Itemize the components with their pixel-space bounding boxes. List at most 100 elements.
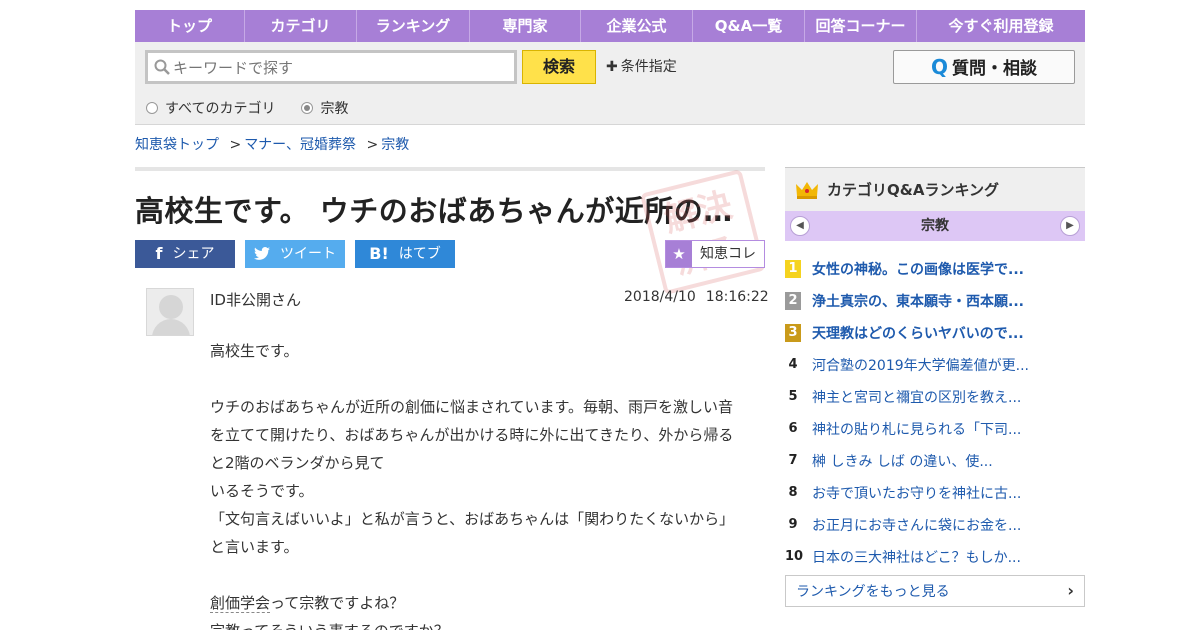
search-icon <box>154 59 170 75</box>
twitter-share-label: ツイート <box>280 246 336 262</box>
twitter-bird-icon <box>254 247 270 260</box>
avatar <box>146 288 194 336</box>
ranking-item: 7 榊 しきみ しば の違い、使... <box>785 445 1085 477</box>
collect-label: 知恵コレ <box>700 246 756 262</box>
scope-current-label: 宗教 <box>320 101 349 117</box>
scope-all-label: すべてのカテゴリ <box>165 101 276 117</box>
ask-question-button[interactable]: Q 質問・相談 <box>893 50 1075 84</box>
chevron-right-icon: › <box>1067 581 1074 600</box>
nav-top[interactable]: トップ <box>135 10 245 42</box>
plus-icon: ✚ <box>606 59 618 75</box>
ranking-item: 9 お正月にお寺さんに袋にお金を... <box>785 509 1085 541</box>
search-box <box>145 50 517 84</box>
post-datetime: 2018/4/10 18:16:22 <box>624 289 769 305</box>
search-scope: すべてのカテゴリ 宗教 <box>146 98 374 118</box>
post-date: 2018/4/10 <box>624 289 696 305</box>
crown-icon <box>796 181 818 199</box>
ranking-list: 1 女性の神秘。この画像は医学で... 2 浄土真宗の、東本願寺・西本願... 3天… <box>785 253 1085 573</box>
rank-number: 9 <box>788 517 798 532</box>
ranking-link[interactable]: お正月にお寺さんに袋にお金を... <box>812 515 1021 535</box>
ranking-category: 宗教 <box>921 218 949 234</box>
hatena-bookmark-button[interactable]: B! はてブ <box>355 240 455 268</box>
rank-number: 4 <box>788 357 798 372</box>
title-divider <box>135 167 765 171</box>
facebook-icon: f <box>155 244 163 263</box>
condition-toggle[interactable]: ✚ 条件指定 <box>606 56 677 76</box>
breadcrumb-separator: > <box>229 137 242 153</box>
next-category-arrow-icon[interactable]: ▶ <box>1060 216 1080 236</box>
condition-label: 条件指定 <box>620 59 677 75</box>
star-icon: ★ <box>666 241 692 267</box>
post-time: 18:16:22 <box>705 289 769 305</box>
rank-number: 2 <box>785 292 801 310</box>
question-body: 高校生です。 ウチのおばあちゃんが近所の創価に悩まされています。毎朝、雨戸を激し… <box>210 337 745 630</box>
rank-number: 3 <box>785 324 801 342</box>
ranking-link[interactable]: 日本の三大神社はどこ？もしか... <box>812 547 1021 567</box>
user-name: ID非公開さん <box>210 291 301 309</box>
hatena-label: はてブ <box>398 246 441 262</box>
body-paragraph: ウチのおばあちゃんが近所の創価に悩まされています。毎朝、雨戸を激しい音を立てて開… <box>210 398 734 472</box>
body-paragraph: いるそうです。 <box>210 482 314 500</box>
chie-collect-button[interactable]: ★ 知恵コレ <box>665 240 765 268</box>
rank-number: 5 <box>788 389 798 404</box>
nav-qa-list[interactable]: Q&A一覧 <box>693 10 805 42</box>
ranking-title: カテゴリQ&Aランキング <box>827 181 999 199</box>
ranking-link[interactable]: 河合塾の2019年大学偏差値が更... <box>812 355 1029 375</box>
breadcrumb-religion[interactable]: 宗教 <box>381 137 409 153</box>
body-text-fragment: って宗教ですよね？ <box>270 594 405 612</box>
twitter-share-button[interactable]: ツイート <box>245 240 345 268</box>
nav-official[interactable]: 企業公式 <box>581 10 693 42</box>
scope-current-radio[interactable] <box>301 102 314 114</box>
body-paragraph: 宗教ってそういう事するのですか？ <box>210 617 745 630</box>
ranking-link[interactable]: 神社の貼り札に見られる「下司... <box>812 419 1021 439</box>
ranking-item: 6 神社の貼り札に見られる「下司... <box>785 413 1085 445</box>
ranking-item: 3 天理教はどのくらいヤバいので... <box>785 317 1085 349</box>
body-paragraph: 高校生です。 <box>210 342 299 360</box>
ranking-item: 1 女性の神秘。この画像は医学で... <box>785 253 1085 285</box>
rank-number: 10 <box>785 549 804 564</box>
rank-number: 7 <box>788 453 798 468</box>
breadcrumb-top[interactable]: 知恵袋トップ <box>135 137 219 153</box>
avatar-body-icon <box>152 319 190 335</box>
ranking-link[interactable]: 浄土真宗の、東本願寺・西本願... <box>812 291 1024 311</box>
ranking-more-link[interactable]: ランキングをもっと見る › <box>785 575 1085 607</box>
nav-category[interactable]: カテゴリ <box>245 10 357 42</box>
global-nav: トップ カテゴリ ランキング 専門家 企業公式 Q&A一覧 回答コーナー 今すぐ… <box>135 10 1085 42</box>
ranking-item: 8 お寺で頂いたお守りを神社に古... <box>785 477 1085 509</box>
ranking-link[interactable]: 天理教はどのくらいヤバいので... <box>812 323 1024 343</box>
ranking-link[interactable]: お寺で頂いたお守りを神社に古... <box>812 483 1021 503</box>
ranking-item: 10 日本の三大神社はどこ？もしか... <box>785 541 1085 573</box>
ranking-item: 4 河合塾の2019年大学偏差値が更... <box>785 349 1085 381</box>
nav-ranking[interactable]: ランキング <box>357 10 470 42</box>
nav-register[interactable]: 今すぐ利用登録 <box>917 10 1085 42</box>
ranking-category-bar: ◀ 宗教 ▶ <box>785 211 1085 241</box>
ranking-link[interactable]: 神主と宮司と禰宜の区別を教え... <box>812 387 1021 407</box>
keyword-link[interactable]: 創価学会 <box>210 594 271 613</box>
ranking-link[interactable]: 女性の神秘。この画像は医学で... <box>812 259 1024 279</box>
search-input[interactable] <box>173 56 503 80</box>
ranking-more-label: ランキングをもっと見る <box>796 584 950 600</box>
nav-experts[interactable]: 専門家 <box>470 10 581 42</box>
question-q-icon: Q <box>930 55 948 79</box>
nav-answer-corner[interactable]: 回答コーナー <box>805 10 917 42</box>
ranking-link[interactable]: 榊 しきみ しば の違い、使... <box>812 451 993 471</box>
body-paragraph: 「文句言えばいいよ」と私が言うと、おばあちゃんは「関わりたくないから」と言います… <box>210 510 735 556</box>
breadcrumb-separator: > <box>366 137 379 153</box>
facebook-share-label: シェア <box>172 246 215 262</box>
breadcrumb-manners[interactable]: マナー、冠婚葬祭 <box>244 137 356 153</box>
ranking-item: 5 神主と宮司と禰宜の区別を教え... <box>785 381 1085 413</box>
scope-all-radio[interactable] <box>146 102 158 114</box>
ranking-header: カテゴリQ&Aランキング <box>785 167 1085 211</box>
rank-number: 8 <box>788 485 798 500</box>
search-bar: 検索 ✚条件指定 Q質問・相談 すべてのカテゴリ 宗教 <box>135 42 1085 125</box>
facebook-share-button[interactable]: f シェア <box>135 240 235 268</box>
breadcrumb: 知恵袋トップ > マナー、冠婚葬祭 > 宗教 <box>135 134 409 154</box>
rank-number: 1 <box>785 260 801 278</box>
ask-label: 質問・相談 <box>952 59 1037 79</box>
body-paragraph: 創価学会って宗教ですよね？ <box>210 589 745 617</box>
hatena-icon: B! <box>369 244 389 263</box>
avatar-head-icon <box>159 295 183 319</box>
rank-number: 6 <box>788 421 798 436</box>
search-button[interactable]: 検索 <box>522 50 596 84</box>
prev-category-arrow-icon[interactable]: ◀ <box>790 216 810 236</box>
